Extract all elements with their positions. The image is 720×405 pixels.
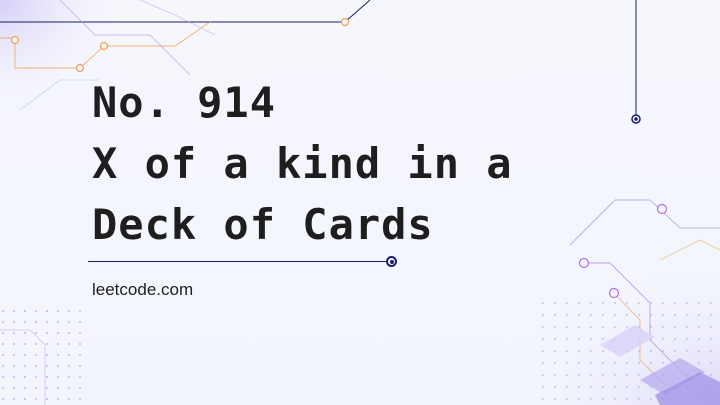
page-title: No. 914 X of a kind in a Deck of Cards <box>92 72 513 255</box>
title-line-2: X of a kind in a <box>92 139 513 188</box>
title-line-3: Deck of Cards <box>92 200 434 249</box>
website-label: leetcode.com <box>92 280 194 299</box>
title-line-1: No. 914 <box>92 78 277 127</box>
thumbnail-card: No. 914 X of a kind in a Deck of Cards l… <box>0 0 720 405</box>
divider-line <box>88 261 388 262</box>
divider-end-dot <box>386 256 397 267</box>
